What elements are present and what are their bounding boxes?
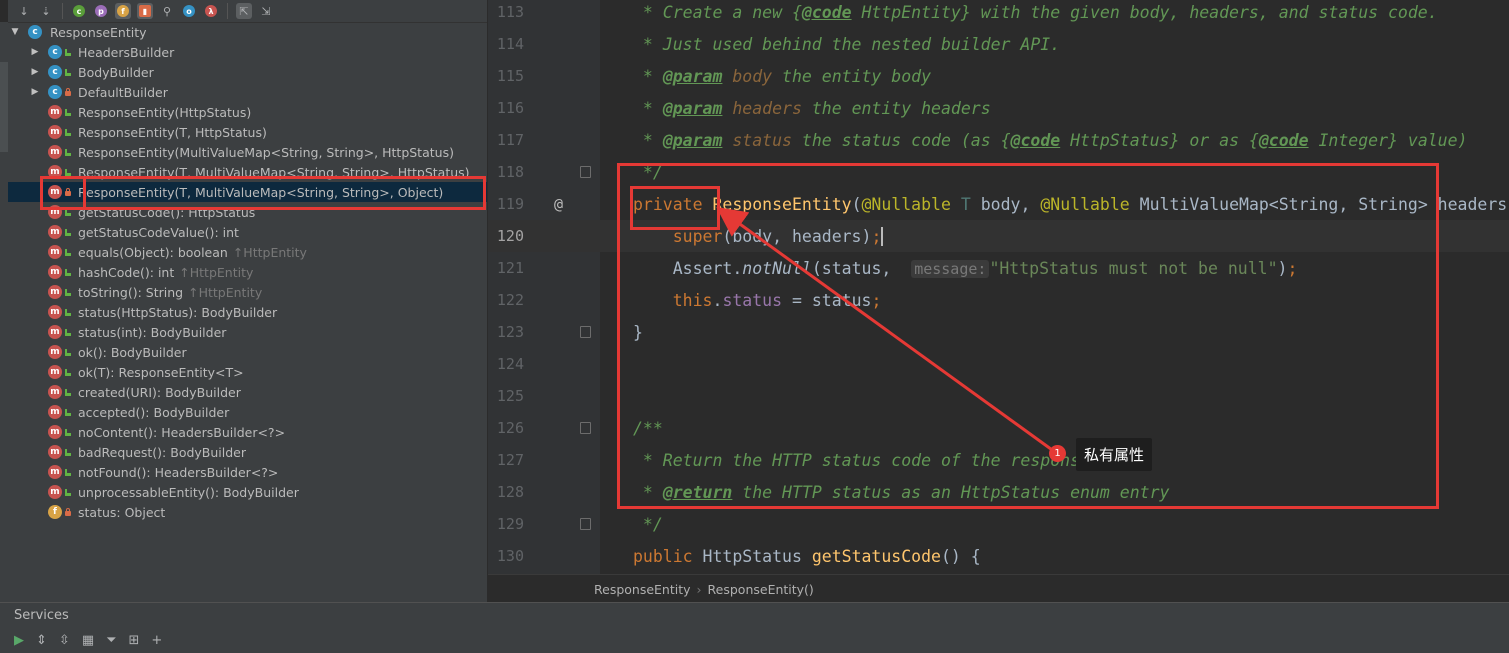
ide-window: ↓ ⇣ c p f ▮ ⚲ o λ ⇱ ⇲ ▼ c ResponseEntity… [0, 0, 1509, 653]
annotation-label: 私有属性 [1076, 438, 1153, 471]
annotation-arrow [716, 206, 1056, 454]
annotation-badge: 1 [1049, 445, 1066, 462]
arrow-line [716, 206, 1056, 454]
